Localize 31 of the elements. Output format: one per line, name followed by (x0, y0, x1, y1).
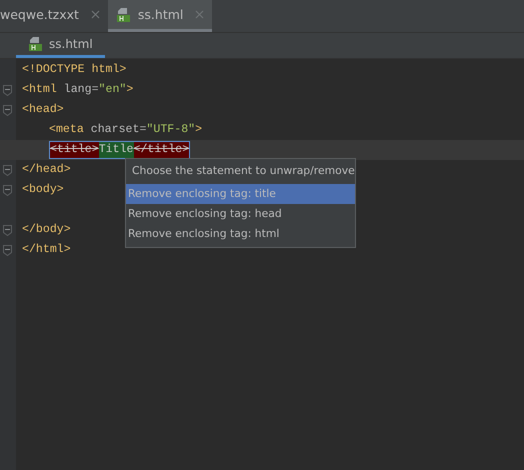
html-file-icon (28, 37, 44, 51)
code-editor[interactable] (0, 59, 524, 470)
code-token: </body> (22, 222, 71, 238)
editor-tab[interactable]: weqwe.tzxxt (0, 0, 108, 32)
code-token: </html> (22, 242, 71, 258)
fold-icon[interactable] (3, 104, 12, 116)
code-token: </head> (22, 162, 71, 178)
code-token: "UTF-8" (146, 122, 196, 138)
code-token: <body> (22, 182, 64, 198)
popup-option[interactable]: Remove enclosing tag: html (126, 224, 355, 244)
code-token: "en" (98, 82, 126, 98)
code-token: > (195, 122, 202, 138)
popup-option[interactable]: Remove enclosing tag: head (126, 204, 355, 224)
fold-icon[interactable] (3, 244, 12, 256)
fold-icon[interactable] (3, 84, 12, 96)
fold-icon[interactable] (3, 184, 12, 196)
code-token: <!DOCTYPE html> (22, 62, 126, 78)
fold-icon[interactable] (3, 224, 12, 236)
code-token: lang= (64, 82, 99, 98)
fold-icon[interactable] (3, 164, 12, 176)
code-token: <head> (22, 102, 64, 118)
popup-title: Choose the statement to unwrap/remove (131, 163, 355, 179)
code-token: charset= (90, 122, 146, 138)
code-token: <html (22, 82, 58, 98)
code-token: > (126, 82, 134, 98)
code-token: Title (98, 142, 134, 158)
code-token: </title> (134, 142, 190, 158)
close-icon[interactable] (90, 10, 100, 19)
code-token: <title> (50, 142, 99, 158)
editor-tab[interactable]: ss.html (108, 0, 212, 32)
code-token: <meta (49, 122, 85, 138)
